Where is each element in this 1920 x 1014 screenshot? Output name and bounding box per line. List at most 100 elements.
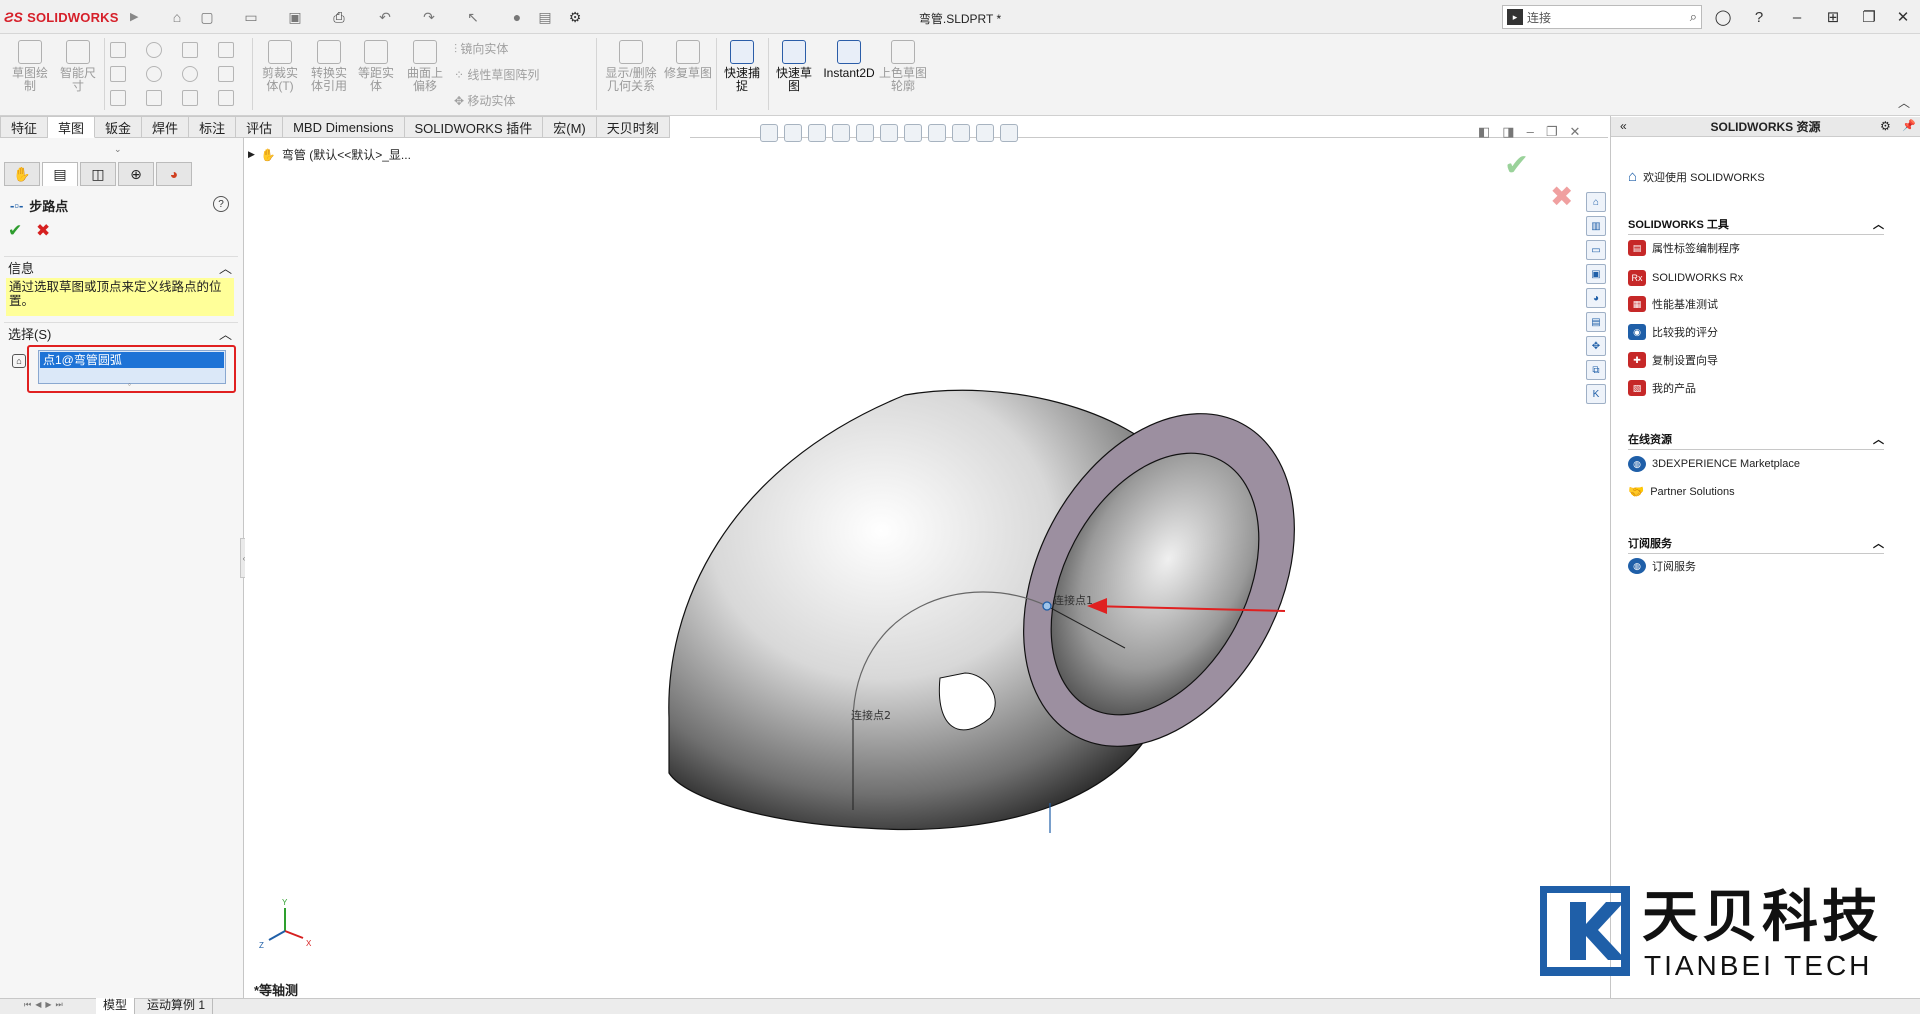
convert-entities-button[interactable]: 转换实体引用: [306, 40, 352, 93]
property-icon: ▤: [53, 166, 67, 182]
search-input[interactable]: 连接: [1527, 9, 1690, 26]
collapse-icon[interactable]: ︿: [1873, 431, 1884, 447]
custom-properties-icon[interactable]: ▤: [1586, 312, 1606, 332]
circle-icon[interactable]: [146, 42, 162, 58]
instant2d-button[interactable]: Instant2D: [820, 40, 878, 80]
tianbei-icon[interactable]: K: [1586, 384, 1606, 404]
sketch-button[interactable]: 草图绘制: [8, 40, 52, 93]
motion-study-tab[interactable]: 运动算例 1: [140, 998, 214, 1014]
partner-solutions-link[interactable]: 🤝 Partner Solutions: [1628, 484, 1735, 500]
shaded-sketch-button[interactable]: 上色草图轮廓: [878, 40, 928, 93]
next-tab-icon[interactable]: ▶: [45, 1000, 51, 1010]
collapse-icon[interactable]: ︿: [219, 258, 232, 277]
line-icon[interactable]: [110, 42, 126, 58]
info-section-header[interactable]: 信息 ︿: [4, 256, 238, 278]
tab-sheet-metal[interactable]: 钣金: [95, 116, 143, 138]
help-icon[interactable]: ?: [1746, 6, 1772, 28]
model-tab[interactable]: 模型: [96, 998, 136, 1014]
collapse-icon[interactable]: ︿: [1873, 535, 1884, 551]
tab-markup[interactable]: 标注: [189, 116, 237, 138]
feature-manager-tab[interactable]: ✋: [4, 162, 40, 186]
file-explorer-icon[interactable]: ▭: [1586, 240, 1606, 260]
display-manager-tab[interactable]: ◕: [156, 162, 192, 186]
tab-mbd[interactable]: MBD Dimensions: [283, 116, 405, 138]
vertex-selection-icon: ⌂: [12, 354, 26, 368]
mirror-entities-button[interactable]: ⫶ 镜向实体: [454, 40, 508, 57]
online-section-header[interactable]: 在线资源 ︿: [1628, 431, 1884, 450]
marketplace-link[interactable]: ◍ 3DEXPERIENCE Marketplace: [1628, 456, 1800, 472]
solidworks-rx-link[interactable]: Rx SOLIDWORKS Rx: [1628, 270, 1743, 286]
minimize-icon[interactable]: –: [1784, 6, 1810, 28]
connection-point-1-marker[interactable]: [1042, 601, 1052, 611]
help-icon[interactable]: ?: [213, 196, 229, 212]
tab-tianbei[interactable]: 天贝时刻: [596, 116, 670, 138]
cancel-button[interactable]: ✖: [36, 221, 50, 241]
my-products-link[interactable]: ▧ 我的产品: [1628, 380, 1696, 396]
restore-icon[interactable]: ❐: [1856, 6, 1882, 28]
polygon-icon[interactable]: [146, 90, 162, 106]
tab-scroll-arrows[interactable]: ⏮ ◀ ▶ ⏭: [24, 1000, 63, 1010]
rectangle-icon[interactable]: [110, 66, 126, 82]
quick-snaps-button[interactable]: 快速捕捉: [720, 40, 764, 93]
panel-grip-icon[interactable]: ⌄: [114, 144, 122, 155]
collapse-icon[interactable]: ︿: [219, 324, 232, 343]
compare-score-link[interactable]: ◉ 比较我的评分: [1628, 324, 1718, 340]
tab-weldments[interactable]: 焊件: [142, 116, 190, 138]
tab-evaluate[interactable]: 评估: [236, 116, 284, 138]
connection-point-1-label: 连接点1: [1053, 594, 1093, 607]
configuration-manager-tab[interactable]: ◫: [80, 162, 116, 186]
welcome-link[interactable]: ⌂ 欢迎使用 SOLIDWORKS: [1628, 168, 1765, 185]
linear-pattern-button[interactable]: ⁘ 线性草图阵列: [454, 66, 539, 83]
property-tab-builder-link[interactable]: ▤ 属性标签编制程序: [1628, 240, 1740, 256]
solidworks-forum-icon[interactable]: ✥: [1586, 336, 1606, 356]
collapse-icon[interactable]: ︿: [1873, 216, 1884, 232]
search-box[interactable]: ▸ 连接 ⌕: [1502, 5, 1702, 29]
fillet-icon[interactable]: [182, 90, 198, 106]
feature-title: -▫- 步路点: [10, 198, 69, 214]
slot-icon[interactable]: [110, 90, 126, 106]
tile-icon[interactable]: ⊞: [1820, 6, 1846, 28]
collapse-ribbon-icon[interactable]: ︿: [1898, 94, 1910, 111]
appearances-icon[interactable]: ◕: [1586, 288, 1606, 308]
last-tab-icon[interactable]: ⏭: [56, 1000, 63, 1010]
account-icon[interactable]: ◯: [1710, 6, 1736, 28]
pin-icon[interactable]: 📌: [1902, 119, 1916, 132]
tab-macro[interactable]: 宏(M): [543, 116, 597, 138]
move-entities-button[interactable]: ✥ 移动实体: [454, 92, 515, 109]
copy-settings-wizard-link[interactable]: ✚ 复制设置向导: [1628, 352, 1718, 368]
selection-section-header[interactable]: 选择(S) ︿: [4, 322, 238, 344]
subscription-link[interactable]: ◍ 订阅服务: [1628, 558, 1696, 574]
property-manager-tab[interactable]: ▤: [42, 162, 78, 186]
plane-icon[interactable]: [218, 42, 234, 58]
trim-entities-button[interactable]: 剪裁实体(T): [258, 40, 302, 93]
offset-on-surface-button[interactable]: 曲面上偏移: [402, 40, 448, 93]
tab-features[interactable]: 特征: [0, 116, 49, 138]
smart-dimension-button[interactable]: 智能尺寸: [56, 40, 100, 93]
performance-benchmark-link[interactable]: ▦ 性能基准测试: [1628, 296, 1718, 312]
prev-tab-icon[interactable]: ◀: [35, 1000, 41, 1010]
rapid-sketch-button[interactable]: 快速草图: [772, 40, 816, 93]
subscription-section-header[interactable]: 订阅服务 ︿: [1628, 535, 1884, 554]
view-palette-icon[interactable]: ▣: [1586, 264, 1606, 284]
display-delete-relations-button[interactable]: 显示/删除几何关系: [602, 40, 660, 93]
pane-options-gear-icon[interactable]: ⚙: [1880, 119, 1891, 133]
collapse-pane-icon[interactable]: «: [1620, 119, 1627, 133]
first-tab-icon[interactable]: ⏮: [24, 1000, 31, 1010]
arc-icon[interactable]: [146, 66, 162, 82]
spline-icon[interactable]: [182, 42, 198, 58]
close-icon[interactable]: ✕: [1890, 6, 1916, 28]
search-icon[interactable]: ⌕: [1690, 9, 1701, 25]
tools-section-header[interactable]: SOLIDWORKS 工具 ︿: [1628, 216, 1884, 235]
offset-entities-button[interactable]: 等距实体: [354, 40, 398, 93]
point-icon[interactable]: [218, 90, 234, 106]
repair-sketch-button[interactable]: 修复草图: [664, 40, 712, 80]
design-library-icon[interactable]: ▥: [1586, 216, 1606, 236]
routing-library-icon[interactable]: ⧉: [1586, 360, 1606, 380]
ellipse-icon[interactable]: [182, 66, 198, 82]
text-icon[interactable]: [218, 66, 234, 82]
tab-addins[interactable]: SOLIDWORKS 插件: [404, 116, 544, 138]
dimxpert-tab[interactable]: ⊕: [118, 162, 154, 186]
tab-sketch[interactable]: 草图: [48, 116, 96, 138]
resources-home-icon[interactable]: ⌂: [1586, 192, 1606, 212]
ok-button[interactable]: ✔: [8, 221, 22, 241]
